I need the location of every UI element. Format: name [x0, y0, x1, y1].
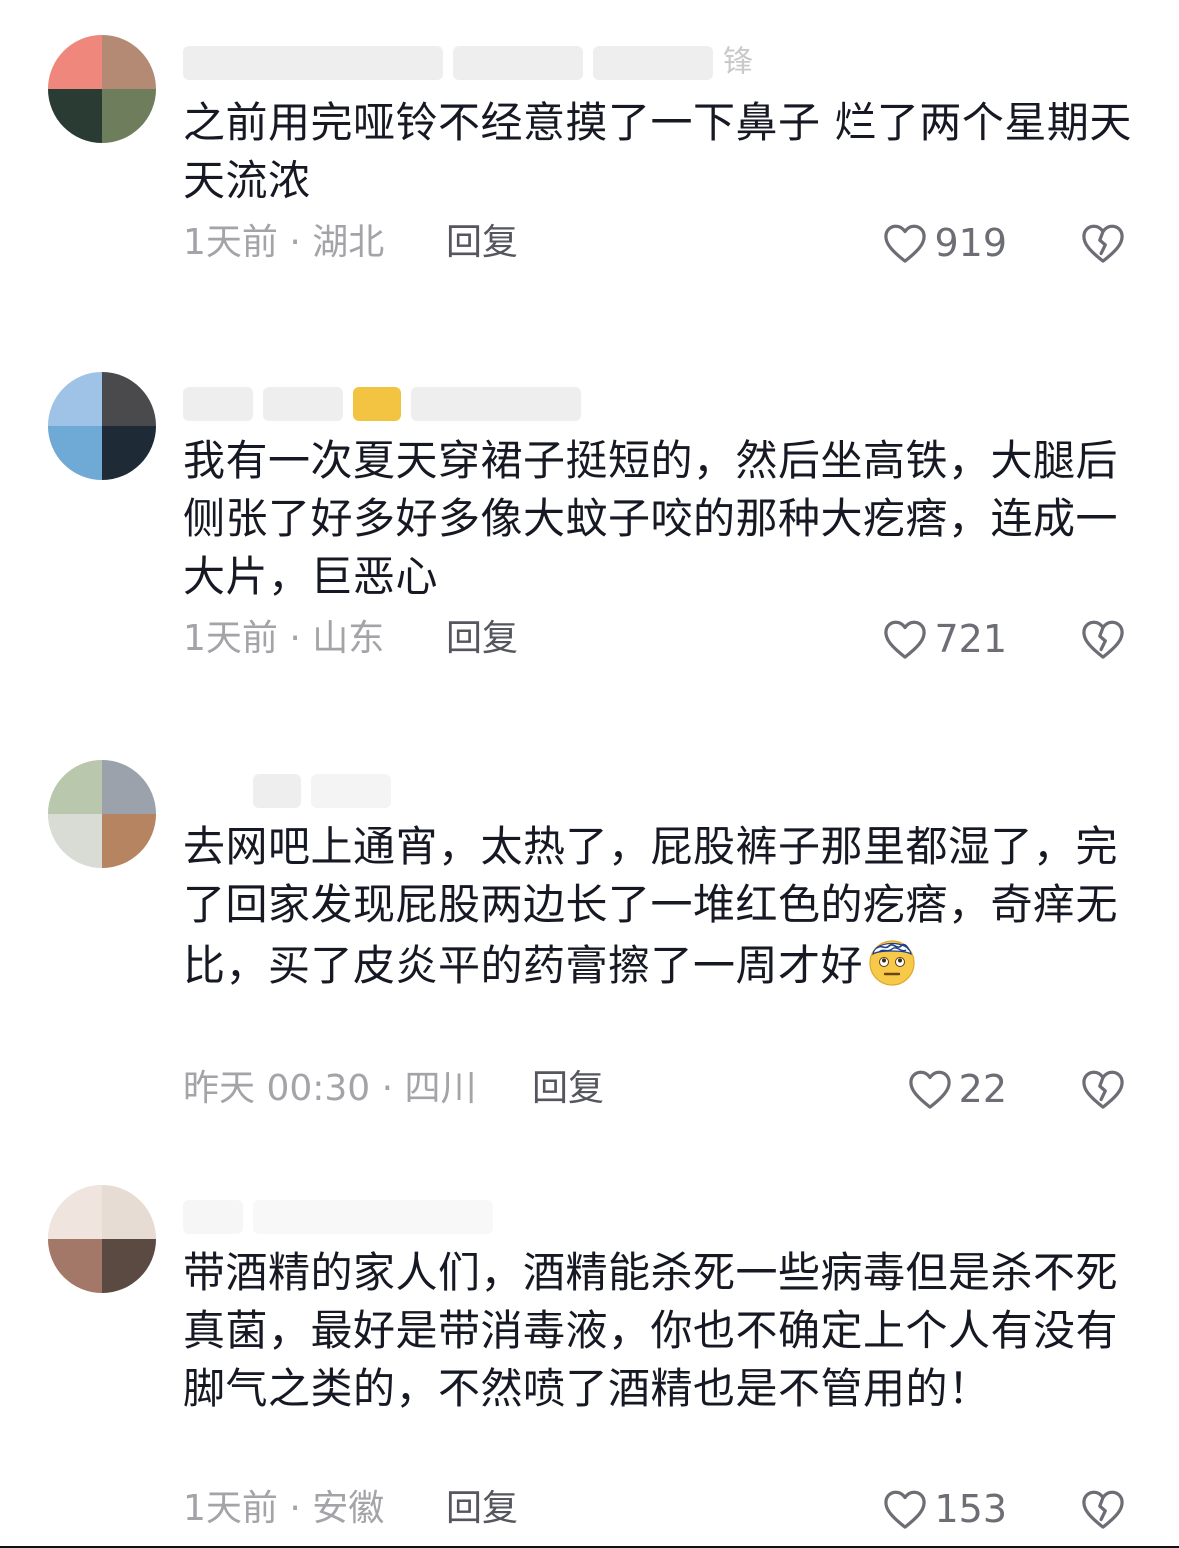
dislike-button[interactable]	[1079, 1484, 1127, 1534]
reply-button[interactable]: 回复	[446, 614, 518, 664]
comment-time-location: 昨天 00:30 · 四川	[183, 1068, 477, 1109]
like-button[interactable]: 153	[882, 1484, 1007, 1534]
dislike-button[interactable]	[1079, 218, 1127, 268]
dislike-button[interactable]	[1079, 614, 1127, 664]
heart-icon	[884, 224, 927, 263]
like-button[interactable]: 721	[882, 614, 1007, 664]
broken-heart-icon	[1082, 1490, 1124, 1529]
username[interactable]	[183, 383, 591, 423]
like-count: 153	[934, 1487, 1007, 1531]
comment-time-location: 1天前 · 湖北	[183, 222, 385, 263]
broken-heart-icon	[1082, 1070, 1124, 1109]
avatar[interactable]	[48, 35, 156, 143]
avatar[interactable]	[48, 1185, 156, 1293]
like-count: 22	[958, 1067, 1007, 1111]
avatar[interactable]	[48, 372, 156, 480]
reply-button[interactable]: 回复	[446, 218, 518, 268]
like-button[interactable]: 22	[907, 1064, 1007, 1114]
like-count: 919	[934, 221, 1007, 265]
dizzy-face-emoji-icon	[869, 940, 915, 986]
reply-button[interactable]: 回复	[532, 1064, 604, 1114]
username[interactable]: 锋	[183, 42, 753, 82]
like-count: 721	[934, 617, 1007, 661]
comment-text: 带酒精的家人们，酒精能杀死一些病毒但是杀不死真菌，最好是带消毒液，你也不确定上个…	[183, 1248, 1119, 1413]
comment-text-content: 去网吧上通宵，太热了，屁股裤子那里都湿了，完了回家发现屁股两边长了一堆红色的疙瘩…	[183, 822, 1119, 990]
username[interactable]	[183, 1196, 503, 1236]
reply-button[interactable]: 回复	[446, 1484, 518, 1534]
comment-text: 我有一次夏天穿裙子挺短的，然后坐高铁，大腿后侧张了好多好多像大蚊子咬的那种大疙瘩…	[183, 436, 1119, 601]
avatar[interactable]	[48, 760, 156, 868]
comment-time-location: 1天前 · 安徽	[183, 1488, 385, 1529]
like-button[interactable]: 919	[882, 218, 1007, 268]
heart-icon	[884, 1490, 927, 1529]
dislike-button[interactable]	[1079, 1064, 1127, 1114]
broken-heart-icon	[1082, 620, 1124, 659]
comment-text: 去网吧上通宵，太热了，屁股裤子那里都湿了，完了回家发现屁股两边长了一堆红色的疙瘩…	[183, 818, 1133, 995]
username[interactable]	[183, 770, 401, 810]
comment-time-location: 1天前 · 山东	[183, 618, 385, 659]
broken-heart-icon	[1082, 224, 1124, 263]
comment-text: 之前用完哑铃不经意摸了一下鼻子 烂了两个星期天天流浓	[183, 98, 1132, 205]
heart-icon	[908, 1070, 951, 1109]
heart-icon	[884, 620, 927, 659]
